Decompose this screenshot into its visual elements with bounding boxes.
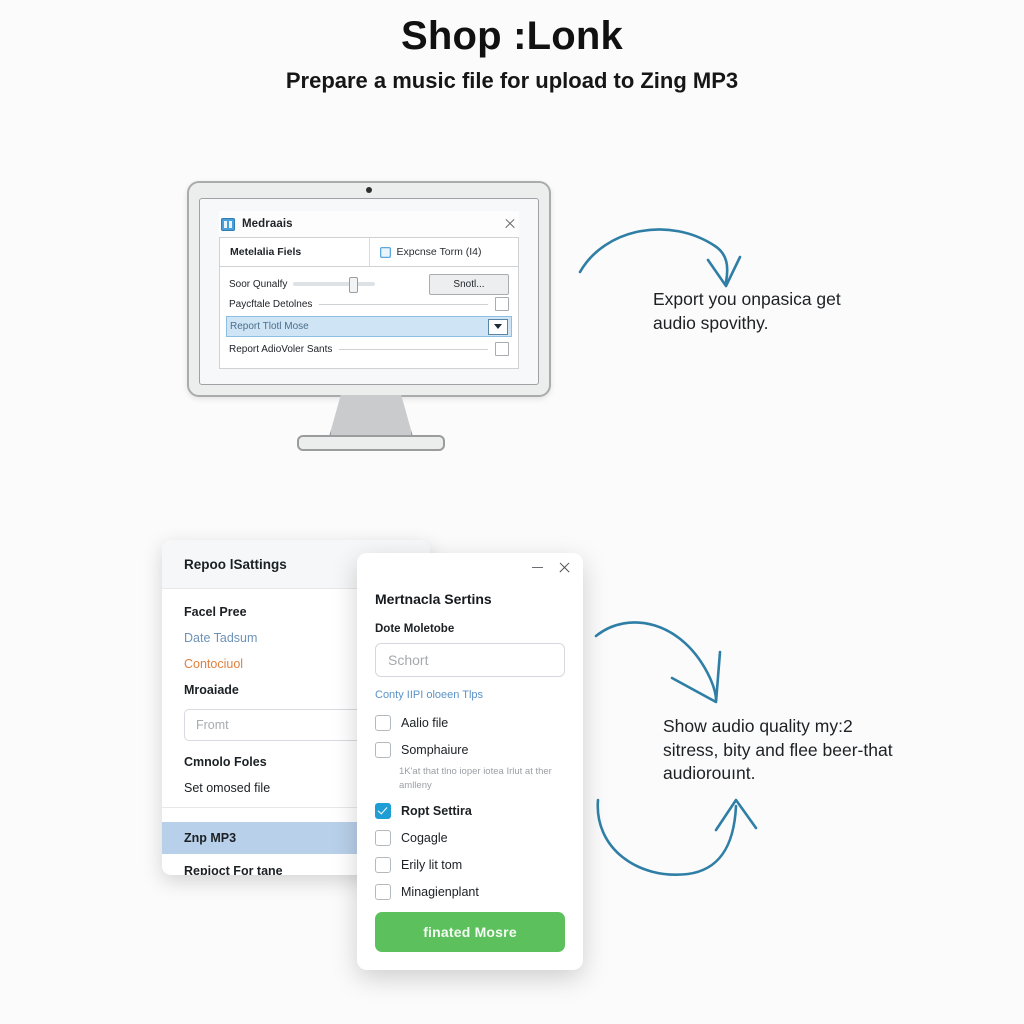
checkbox-minagienplant[interactable]: Minagienplant	[375, 883, 565, 900]
export-form-icon	[379, 246, 391, 258]
row-report-total-mode-label: Report Tlotl Mose	[230, 321, 309, 332]
monitor-stand-base	[297, 435, 445, 451]
checkbox-cogagle-label: Cogagle	[401, 830, 448, 845]
monitor-stand-neck	[329, 395, 413, 437]
media-dialog-panel: Metelalia Fiels Expcnse Torm (I4) Soor Q…	[219, 237, 519, 369]
minimize-icon[interactable]	[531, 561, 544, 574]
metadata-settings-dialog: Mertnacla Sertins Dote Moletobe Schort C…	[357, 553, 583, 970]
checkbox-erily-lit-tom-label: Erily lit tom	[401, 857, 463, 872]
checkbox-icon[interactable]	[375, 742, 391, 758]
metadata-input[interactable]: Schort	[375, 643, 565, 677]
row-report-audio-voler-label: Report AdioVoler Sants	[229, 343, 333, 355]
media-dialog-title: Medraais	[242, 218, 293, 230]
checkbox-somphaiure-label: Somphaiure	[401, 743, 469, 757]
arrow-bottom	[596, 798, 758, 877]
playable-details-checkbox[interactable]	[495, 297, 509, 311]
checkbox-icon[interactable]	[375, 856, 391, 873]
report-audio-voler-checkbox[interactable]	[495, 342, 509, 356]
slider-knob[interactable]	[349, 277, 359, 293]
metadata-field-label: Dote Moletobe	[375, 623, 455, 635]
metadata-tips-link[interactable]: Conty IIPI oloeen Tlps	[375, 689, 565, 701]
checkbox-icon[interactable]	[375, 883, 391, 900]
checkbox-ropt-settira-label: Ropt Settira	[401, 803, 472, 818]
row-sound-quality: Soor Qunalfy Snotl...	[229, 273, 509, 295]
checkbox-cogagle[interactable]: Cogagle	[375, 829, 565, 846]
arrow-top	[578, 228, 742, 288]
tab-metadata-fields[interactable]: Metelalia Fiels	[220, 238, 369, 266]
sound-quality-slider[interactable]	[293, 277, 376, 293]
checkbox-ropt-settira[interactable]: Ropt Settira	[375, 802, 565, 819]
row-playable-details-label: Paycftale Detolnes	[229, 298, 313, 310]
sound-quality-button[interactable]: Snotl...	[429, 273, 509, 295]
report-mode-dropdown[interactable]	[488, 318, 508, 335]
page-title: Shop :Lonk	[401, 14, 623, 58]
webcam-icon	[366, 187, 372, 193]
row-sound-quality-label: Soor Qunalfy	[229, 278, 288, 290]
annotation-top: Export you onpasica get audio spovithy.	[653, 289, 841, 333]
checkbox-audio-file[interactable]: Aalio file	[375, 715, 565, 731]
page-subtitle: Prepare a music file for upload to Zing …	[285, 68, 739, 93]
checkbox-minagienplant-label: Minagienplant	[401, 884, 479, 899]
arrow-middle	[594, 621, 722, 704]
media-app-icon	[221, 217, 235, 231]
annotation-bottom: Show audio quality my:2 sitress, bity an…	[663, 716, 893, 784]
divider	[319, 303, 488, 305]
checkbox-icon[interactable]	[375, 715, 391, 731]
report-settings-input-placeholder: Fromt	[196, 718, 229, 732]
tab-export-form[interactable]: Expcnse Torm (I4)	[368, 238, 519, 266]
metadata-input-placeholder: Schort	[388, 652, 429, 668]
checkbox-checked-icon[interactable]	[375, 802, 391, 819]
media-dialog: Medraais Metelalia Fiels Expcnse Torm (I…	[219, 211, 519, 369]
monitor-illustration: Medraais Metelalia Fiels Expcnse Torm (I…	[187, 181, 551, 451]
tab-export-form-label: Expcnse Torm (I4)	[396, 246, 482, 258]
close-icon[interactable]	[558, 561, 571, 574]
page-root: Shop :Lonk Prepare a music file for uplo…	[0, 0, 1024, 1024]
row-playable-details: Paycftale Detolnes	[229, 294, 509, 314]
checkbox-erily-lit-tom[interactable]: Erily lit tom	[375, 856, 565, 873]
row-report-audio-voler: Report AdioVoler Sants	[229, 339, 509, 359]
report-settings-title: Repoo lSattings	[184, 556, 287, 572]
checkbox-icon[interactable]	[375, 829, 391, 846]
media-dialog-tabs: Metelalia Fiels Expcnse Torm (I4)	[220, 238, 518, 267]
checkbox-somphaiure[interactable]: Somphaiure	[375, 742, 565, 758]
checkbox-help-text: 1K'at that tlno ioper iotea Irlut at the…	[399, 766, 552, 791]
tab-metadata-fields-label: Metelalia Fiels	[230, 246, 302, 258]
monitor-screen: Medraais Metelalia Fiels Expcnse Torm (I…	[199, 198, 539, 385]
checkbox-audio-file-label: Aalio file	[401, 716, 449, 730]
submit-button[interactable]: finated Mosre	[375, 911, 565, 952]
media-dialog-body: Soor Qunalfy Snotl... Paycftale Detolnes…	[220, 267, 518, 368]
metadata-dialog-titlebar	[357, 553, 583, 581]
close-icon[interactable]	[503, 217, 517, 231]
metadata-dialog-body: Mertnacla Sertins Dote Moletobe Schort C…	[357, 581, 583, 952]
chevron-down-icon	[494, 324, 502, 329]
metadata-dialog-title: Mertnacla Sertins	[375, 591, 492, 607]
row-report-total-mode[interactable]: Report Tlotl Mose	[226, 316, 512, 337]
media-dialog-titlebar: Medraais	[219, 211, 519, 237]
divider	[339, 348, 488, 350]
